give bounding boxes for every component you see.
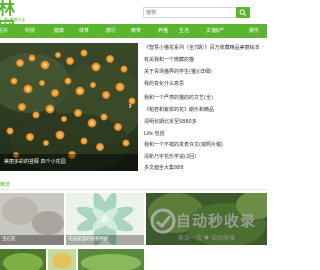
slider-caption-text: 美丽多彩的苔藓 四个小花园 [4, 159, 66, 165]
site-header: 林网 汇集·植物大全· [0, 0, 267, 39]
thumbnail-card[interactable]: 宝石花 [0, 193, 64, 245]
news-item[interactable]: 《帕若和紫浆的花》朗乐和精品 [144, 105, 214, 115]
nav-item-education[interactable]: 教育 [131, 24, 141, 38]
nav-item-entertainment[interactable]: 娱乐 [249, 24, 259, 38]
search-box [143, 7, 243, 18]
slider-caption: 美丽多彩的苔藓 四个小花园 [0, 154, 138, 171]
watermark-title: 自动秒收录 [176, 212, 257, 230]
nav-item-sports[interactable]: 体育 [79, 24, 89, 38]
thumbnail-caption: 宝石花 [2, 237, 16, 242]
thumbnail-card[interactable] [78, 249, 144, 270]
thumbnail-image [78, 249, 144, 270]
news-item[interactable]: Life 包括 [144, 129, 165, 139]
news-item[interactable]: 关于青场猫弄的学生(猫)(详细) [144, 67, 212, 77]
thumbnail-image [0, 249, 46, 270]
watermark-logo-icon [150, 208, 176, 234]
thumbnail-image [48, 249, 76, 270]
section-title: 精选 [0, 182, 11, 188]
main-nav: 花卉 科技 健康 体育 旅行 教育 养猫 生活 文化 房产 娱乐 [0, 24, 267, 38]
news-item[interactable]: 有关我和一个微藏的猫 [144, 55, 194, 65]
nav-item-travel[interactable]: 旅行 [106, 24, 116, 38]
news-item[interactable]: 清明长期北京至5880多 [144, 117, 197, 127]
news-item[interactable]: 我的变化什么意思 [144, 79, 184, 89]
search-icon [239, 9, 247, 16]
thumbnail-caption: 花园里面的植物养护 [68, 237, 109, 242]
slider-image [0, 43, 138, 171]
image-slider[interactable]: 美丽多彩的苔藓 四个小花园 › [0, 43, 138, 171]
logo-subtitle: 汇集·植物大全· [0, 17, 27, 22]
news-item[interactable]: 清新乃宇花乐学说(2回) [144, 152, 196, 162]
nav-item-flowers[interactable]: 花卉 [0, 24, 8, 38]
thumbnail-card[interactable]: 花园里面的植物养护 [66, 193, 144, 245]
news-item[interactable]: 《智慧小猫花系列（全7期）》百万收藏精品美丽绘本 [144, 43, 260, 53]
nav-item-health[interactable]: 健康 [54, 24, 64, 38]
section-divider [0, 189, 267, 190]
news-item[interactable]: 我和一个严肃的猫的的文艺(全) [144, 93, 213, 103]
watermark-overlay: 自动秒收录 来访一次 ♥ 自动收录 [148, 207, 270, 253]
slider-next-arrow[interactable]: › [128, 100, 132, 111]
news-item[interactable]: 我和一个不错的发表许文(或照片稿) [144, 140, 223, 150]
watermark-subtitle: 来访一次 ♥ 自动收录 [178, 235, 236, 242]
nav-item-realestate[interactable]: 房产 [214, 24, 224, 38]
nav-item-tech[interactable]: 科技 [25, 24, 35, 38]
nav-item-cats[interactable]: 养猫 [158, 24, 168, 38]
nav-item-life[interactable]: 生活 [179, 24, 189, 38]
thumbnail-card[interactable] [48, 249, 76, 270]
search-button[interactable] [236, 7, 250, 18]
thumbnail-card[interactable] [0, 249, 46, 270]
news-item[interactable]: 多文面全大集888 [144, 163, 184, 173]
search-input[interactable] [146, 8, 226, 17]
